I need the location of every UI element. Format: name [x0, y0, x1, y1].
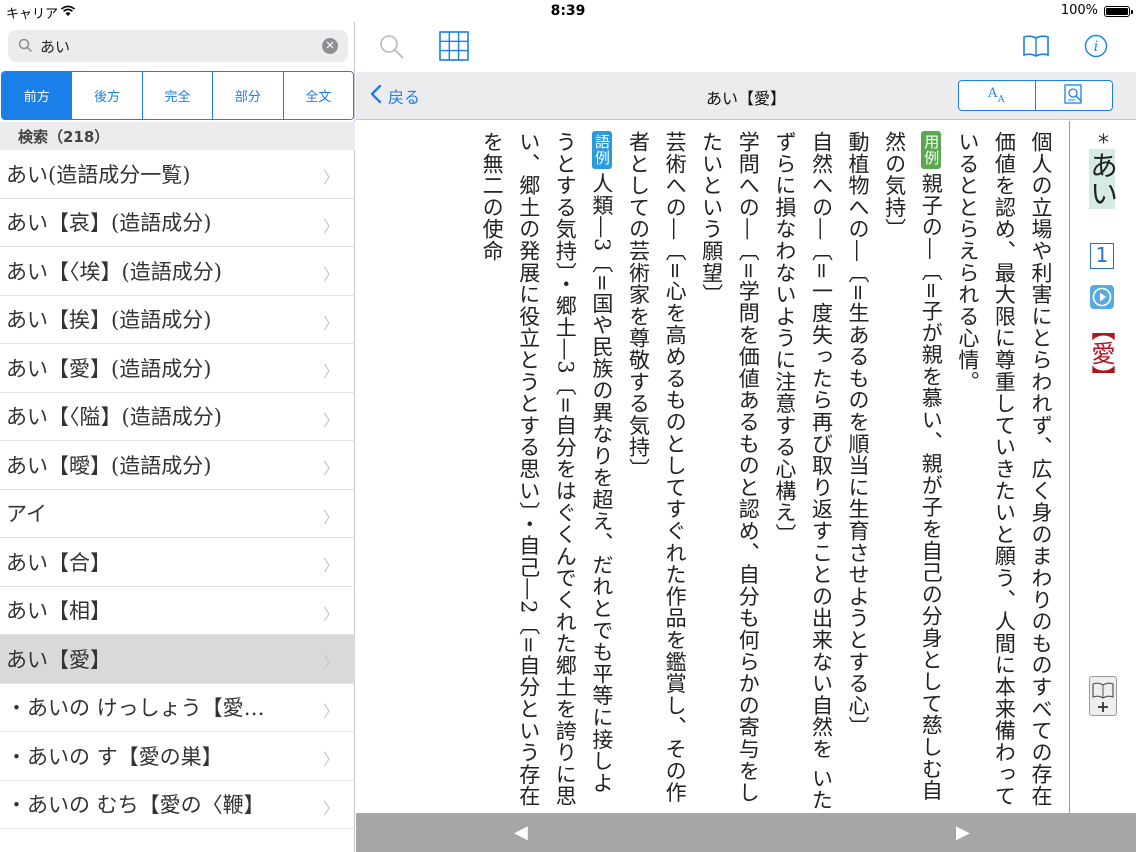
usage-line: 親子の―〔=子が親を慕い、親が子を自己の分身として慈しむ自然の気持〕 — [882, 131, 944, 802]
list-item[interactable]: あい(造語成分一覧) 〉 — [0, 150, 355, 199]
svg-text:A: A — [997, 95, 1005, 104]
font-size-button[interactable]: AA — [959, 81, 1035, 110]
page-navigation-bar: ◀ ▶ — [356, 813, 1136, 852]
chevron-right-icon: 〉 — [322, 507, 339, 527]
list-item-label: あい(造語成分一覧) — [6, 162, 191, 187]
kanji-label: 【愛】 — [1087, 317, 1115, 389]
chevron-right-icon: 〉 — [322, 604, 339, 624]
svg-text:i: i — [1094, 39, 1098, 55]
svg-text:A: A — [987, 86, 998, 101]
results-list: あい(造語成分一覧) 〉 あい【哀】(造語成分) 〉 あい【〈埃】(造語成分) 〉 あ… — [0, 150, 355, 829]
search-mode-backward[interactable]: 後方 — [71, 72, 142, 119]
info-icon[interactable]: i — [1084, 34, 1108, 62]
chevron-left-icon — [370, 84, 382, 108]
search-bar: ✕ — [8, 30, 348, 62]
list-item-label: あい【愛】 — [6, 647, 111, 672]
clock: 8:39 — [550, 3, 586, 19]
app-window: キャリア 8:39 100% ✕ 前方 後方 完全 部分 全文 検索（218） … — [0, 0, 1136, 852]
list-item[interactable]: あい【挨】(造語成分) 〉 — [0, 296, 355, 344]
play-icon[interactable] — [1090, 285, 1114, 309]
list-item[interactable]: あい【〈隘】(造語成分) 〉 — [0, 393, 355, 441]
search-sidebar: ✕ 前方 後方 完全 部分 全文 検索（218） あい(造語成分一覧) 〉 あい【… — [0, 22, 355, 852]
list-item-selected[interactable]: あい【愛】 〉 — [0, 635, 355, 684]
chevron-right-icon: 〉 — [322, 216, 339, 236]
search-input[interactable] — [40, 34, 320, 58]
clear-search-icon[interactable]: ✕ — [322, 38, 338, 54]
usage-section: 用例親子の―〔=子が親を慕い、親が子を自己の分身として慈しむ自然の気持〕 — [876, 131, 949, 811]
list-item[interactable]: あい【哀】(造語成分) 〉 — [0, 199, 355, 247]
top-toolbar: i — [356, 22, 1136, 72]
chevron-right-icon: 〉 — [322, 653, 339, 672]
definition-text: 個人の立場や利害にとらわれず、広く身のまわりのものすべての存在価値を認め、最大限… — [955, 131, 1053, 807]
battery-icon — [1104, 6, 1133, 17]
back-button[interactable]: 戻る — [370, 84, 420, 108]
usage-line: 学問への―〔=学問を価値あるものと認め、自分も何らかの寄与をしたいという願望〕 — [699, 131, 761, 804]
chevron-right-icon: 〉 — [322, 556, 339, 575]
triangle-left-icon[interactable]: ◀ — [514, 822, 528, 843]
list-item[interactable]: ・あいの けっしょう【愛… 〉 — [0, 684, 355, 732]
search-mode-exact[interactable]: 完全 — [141, 72, 213, 119]
chevron-right-icon: 〉 — [322, 265, 339, 284]
list-item[interactable]: ・あいの す【愛の巣】 〉 — [0, 732, 355, 781]
chevron-right-icon: 〉 — [322, 313, 339, 333]
list-item[interactable]: アイ 〉 — [0, 490, 355, 538]
chevron-right-icon: 〉 — [322, 362, 339, 381]
sense-number-badge[interactable]: 1 — [1090, 243, 1114, 269]
list-item-label: あい【哀】(造語成分) — [6, 211, 212, 236]
back-button-label: 戻る — [388, 88, 421, 107]
example-section: 語例人類―3〔=国や民族の異なりを超え、だれとでも平等に接しようとする気持〕・郷… — [474, 131, 620, 811]
list-item-label: あい【曖】(造語成分) — [6, 453, 212, 478]
list-item[interactable]: あい【曖】(造語成分) 〉 — [0, 441, 355, 490]
list-item-label: あい【〈隘】(造語成分) — [6, 405, 222, 430]
search-icon[interactable] — [378, 33, 406, 65]
search-mode-fulltext[interactable]: 全文 — [282, 72, 353, 119]
chevron-right-icon: 〉 — [322, 410, 339, 430]
chevron-right-icon: 〉 — [322, 798, 339, 818]
font-size-icon: AA — [986, 84, 1008, 108]
add-bookmark-icon[interactable] — [1089, 676, 1117, 716]
example-line: 人類―3〔=国や民族の異なりを超え、だれとでも平等に接しようとする気持〕・郷土―… — [480, 131, 614, 808]
list-item-label: アイ — [6, 502, 47, 527]
search-mode-forward[interactable]: 前方 — [2, 72, 72, 119]
chevron-right-icon: 〉 — [322, 750, 339, 769]
view-options-control: AA — [958, 80, 1113, 111]
chevron-right-icon: 〉 — [322, 168, 339, 187]
headword-label: あい — [1086, 149, 1119, 209]
entry-content: 個人の立場や利害にとらわれず、広く身のまわりのものすべての存在価値を認め、最大限… — [356, 121, 1069, 813]
results-count-header: 検索（218） — [0, 122, 355, 150]
list-item-label: ・あいの けっしょう【愛… — [6, 696, 265, 721]
grid-icon[interactable] — [439, 31, 469, 65]
list-item-label: ・あいの むち【愛の〈鞭】 — [6, 793, 265, 818]
search-mode-partial[interactable]: 部分 — [212, 72, 283, 119]
usage-line: 自然への―〔=一度失ったら再び取り返すことの出来ない自然を いたずらに損なわない… — [772, 131, 834, 811]
example-tag: 語例 — [591, 131, 612, 169]
list-item-label: あい【相】 — [6, 599, 111, 624]
list-item[interactable]: あい【合】 〉 — [0, 538, 355, 587]
search-mode-control: 前方 後方 完全 部分 全文 — [1, 71, 354, 120]
search-in-page-button[interactable] — [1035, 81, 1112, 110]
list-item[interactable]: あい【相】 〉 — [0, 587, 355, 635]
navigation-bar: 戻る あい【愛】 AA — [356, 72, 1136, 120]
list-item-label: あい【〈埃】(造語成分) — [6, 259, 222, 284]
list-item[interactable]: あい【〈埃】(造語成分) 〉 — [0, 247, 355, 296]
list-item-label: あい【愛】(造語成分) — [6, 356, 212, 381]
list-item-label: あい【挨】(造語成分) — [6, 308, 212, 333]
list-item[interactable]: ・あいの むち【愛の〈鞭】 〉 — [0, 781, 355, 829]
book-icon[interactable] — [1022, 34, 1050, 62]
status-bar: キャリア 8:39 100% — [0, 0, 1136, 22]
search-in-page-icon — [1063, 83, 1085, 108]
battery-percent: 100% — [1060, 3, 1098, 18]
entry-index-column: * あい 1 【愛】 — [1069, 121, 1136, 813]
usage-line: 動植物への―〔=生あるものを順当に生育させようとする心〕 — [846, 131, 871, 738]
list-item[interactable]: あい【愛】(造語成分) 〉 — [0, 344, 355, 393]
list-item-label: ・あいの す【愛の巣】 — [6, 744, 223, 769]
usage-line: 芸術への―〔=心を高めるものとしてすぐれた作品を鑑賞し、その作者としての芸術家を… — [626, 131, 688, 804]
list-item-label: あい【合】 — [6, 550, 111, 575]
usage-tag: 用例 — [921, 131, 942, 169]
entry-body: 個人の立場や利害にとらわれず、広く身のまわりのものすべての存在価値を認め、最大限… — [474, 131, 1060, 811]
search-icon — [18, 38, 33, 57]
triangle-right-icon[interactable]: ▶ — [956, 822, 970, 843]
chevron-right-icon: 〉 — [322, 459, 339, 478]
chevron-right-icon: 〉 — [322, 701, 339, 721]
